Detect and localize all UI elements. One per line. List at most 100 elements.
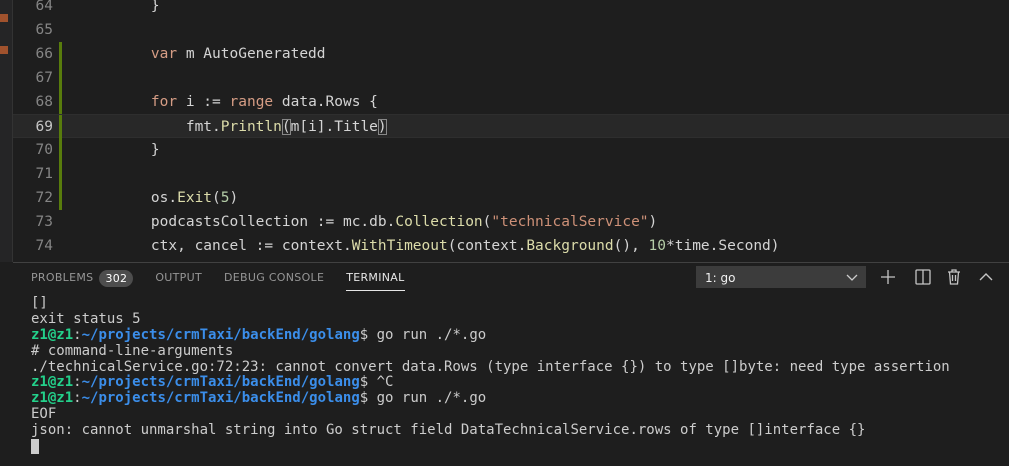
code-token: 10	[648, 238, 667, 254]
code-editor[interactable]: 64 } 65 66 var m AutoGeneratedd 67 68 for i …	[13, 0, 1009, 262]
code-line[interactable]: 68 for i := range data.Rows {	[13, 90, 1009, 114]
git-modified-marker	[59, 186, 62, 210]
git-modified-marker	[59, 162, 62, 186]
tab-label: TERMINAL	[346, 271, 405, 284]
code-text: for i := range data.Rows {	[116, 90, 378, 114]
code-token: (	[212, 190, 221, 206]
code-token: )	[377, 119, 387, 135]
code-token: *time.Second)	[666, 238, 780, 254]
tab-terminal[interactable]: TERMINAL	[346, 263, 405, 293]
terminal-line	[31, 439, 1001, 455]
code-line[interactable]: 66 var m AutoGeneratedd	[13, 42, 1009, 66]
terminal-text: json: cannot unmarshal string into Go st…	[31, 422, 866, 439]
code-token: Exit	[177, 190, 213, 206]
code-line[interactable]: 65	[13, 18, 1009, 42]
code-line[interactable]: 70 }	[13, 138, 1009, 162]
code-text: fmt.Println(m[i].Title)	[116, 115, 387, 139]
tab-problems[interactable]: PROBLEMS 302	[31, 263, 134, 293]
code-token: m[i].Title	[290, 119, 378, 135]
terminal-output[interactable]: [] exit status 5 z1@z1:~/projects/crmTaxi/…	[31, 296, 1001, 464]
git-modified-marker	[59, 115, 62, 139]
prompt-command: go run ./*.go	[368, 390, 487, 407]
line-number: 74	[35, 238, 53, 254]
prompt-command: go run ./*.go	[368, 326, 487, 343]
code-text: }	[116, 0, 160, 18]
terminal-select[interactable]: 1: go	[696, 266, 866, 288]
code-token: (	[281, 119, 291, 135]
terminal-text: ./technicalService.go:72:23: cannot conv…	[31, 358, 950, 375]
prompt-dollar: $	[359, 374, 369, 391]
terminal-line: json: cannot unmarshal string into Go st…	[31, 422, 1001, 439]
line-number: 64	[35, 0, 53, 14]
terminal-cursor	[31, 439, 39, 455]
git-modified-marker	[59, 66, 62, 90]
code-token: for	[116, 94, 178, 110]
explorer-sidebar-edge	[0, 0, 12, 262]
line-number: 71	[35, 166, 53, 182]
code-token: "technicalService"	[491, 214, 649, 230]
line-number: 73	[35, 214, 53, 230]
code-text: ctx, cancel := context.WithTimeout(conte…	[116, 234, 780, 258]
tab-label: PROBLEMS	[31, 271, 94, 284]
code-line[interactable]: 67	[13, 66, 1009, 90]
code-token: Background	[526, 238, 614, 254]
code-line[interactable]: 64 }	[13, 0, 1009, 18]
code-token: }	[116, 142, 160, 158]
line-number: 65	[35, 22, 53, 38]
plus-icon[interactable]	[878, 267, 898, 287]
code-line[interactable]: 73 podcastsCollection := mc.db.Collectio…	[13, 210, 1009, 234]
terminal-text: exit status 5	[31, 310, 141, 327]
tab-output[interactable]: OUTPUT	[155, 263, 202, 293]
prompt-user: z1@z1	[31, 390, 74, 407]
tab-debug-console[interactable]: DEBUG CONSOLE	[224, 263, 324, 293]
bottom-panel: PROBLEMS 302 OUTPUT DEBUG CONSOLE TERMINAL 1…	[13, 262, 1009, 466]
terminal-line: z1@z1:~/projects/crmTaxi/backEnd/golang$…	[31, 326, 1001, 344]
code-token: fmt.	[116, 119, 221, 135]
code-token: )	[229, 190, 239, 206]
code-token: podcastsCollection := mc.db.	[116, 214, 396, 230]
split-icon[interactable]	[913, 267, 933, 287]
code-line[interactable]: 72 os.Exit(5)	[13, 186, 1009, 210]
prompt-command: ^C	[368, 374, 394, 391]
problems-count-badge: 302	[99, 269, 134, 287]
code-token: var	[116, 46, 178, 62]
line-number: 67	[35, 70, 53, 86]
terminal-line: z1@z1:~/projects/crmTaxi/backEnd/golang$…	[31, 390, 1001, 407]
code-line[interactable]: 71	[13, 162, 1009, 186]
terminal-line: exit status 5	[31, 310, 1001, 328]
git-modified-marker	[59, 90, 62, 114]
terminal-text: []	[31, 296, 48, 311]
code-line[interactable]: 69 fmt.Println(m[i].Title)	[13, 114, 1009, 139]
code-token: ctx, cancel := context.	[116, 238, 352, 254]
vscode-window: 64 } 65 66 var m AutoGeneratedd 67 68 for i …	[0, 0, 1009, 466]
terminal-select-value: 1: go	[705, 271, 736, 285]
code-token: os.	[116, 190, 178, 206]
trash-icon[interactable]	[944, 267, 964, 287]
line-number: 72	[35, 190, 53, 206]
modified-file-marker	[0, 14, 8, 22]
code-text: }	[116, 138, 160, 162]
code-token: Println	[220, 119, 282, 135]
tab-label: OUTPUT	[155, 271, 202, 284]
terminal-line: z1@z1:~/projects/crmTaxi/backEnd/golang$…	[31, 375, 1001, 391]
tab-label: DEBUG CONSOLE	[223, 271, 325, 284]
git-modified-marker	[59, 42, 62, 66]
terminal-line: EOF	[31, 406, 1001, 423]
code-token: )	[648, 214, 658, 230]
code-token: m AutoGeneratedd	[177, 46, 326, 62]
prompt-dollar: $	[359, 326, 369, 343]
code-line[interactable]: 74 ctx, cancel := context.WithTimeout(co…	[13, 234, 1009, 258]
terminal-text: # command-line-arguments	[31, 342, 234, 359]
code-token: }	[116, 0, 160, 14]
terminal-line: # command-line-arguments	[31, 342, 1001, 360]
code-token: 5	[220, 190, 230, 206]
panel-sidebar-edge	[0, 262, 13, 466]
chevron-up-icon[interactable]	[976, 267, 996, 287]
chevron-down-icon	[846, 274, 858, 281]
git-modified-marker	[59, 138, 62, 162]
modified-file-marker	[0, 46, 8, 54]
terminal-text: EOF	[31, 406, 57, 423]
prompt-user: z1@z1	[31, 326, 74, 343]
prompt-user: z1@z1	[31, 374, 74, 391]
code-text: os.Exit(5)	[116, 186, 238, 210]
